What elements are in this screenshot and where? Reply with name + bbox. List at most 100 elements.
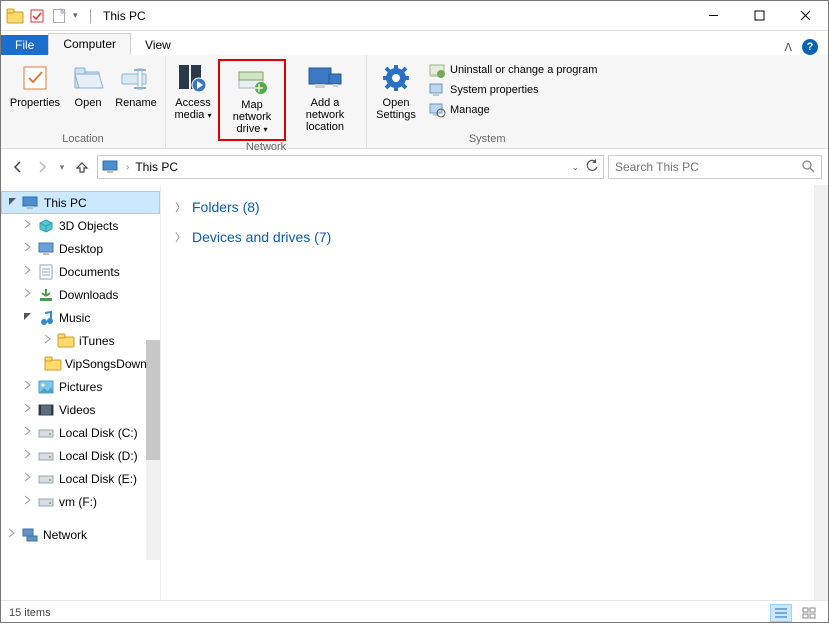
address-text: This PC xyxy=(135,160,178,174)
minimize-button[interactable] xyxy=(690,1,736,31)
maximize-button[interactable] xyxy=(736,1,782,31)
refresh-icon[interactable] xyxy=(585,159,599,176)
navigation-tree: This PC 3D Objects Desktop DocumentsDownloa… xyxy=(1,185,161,600)
properties-qat-icon[interactable] xyxy=(29,8,45,24)
search-icon[interactable] xyxy=(801,159,815,176)
chevron-right-icon[interactable] xyxy=(21,403,33,416)
tree-scrollbar[interactable] xyxy=(146,340,160,560)
ribbon: Properties Open Rename Location xyxy=(1,55,828,149)
chevron-down-icon[interactable] xyxy=(21,312,33,324)
tree-item-label: Desktop xyxy=(59,242,103,256)
videos-icon xyxy=(37,402,55,418)
chevron-right-icon[interactable] xyxy=(21,426,33,439)
chevron-right-icon[interactable] xyxy=(21,265,33,278)
search-input[interactable] xyxy=(615,160,801,174)
rename-label: Rename xyxy=(115,97,157,109)
breadcrumb-chevron-icon[interactable]: › xyxy=(126,162,129,173)
chevron-right-icon[interactable] xyxy=(21,472,33,485)
tree-item[interactable]: Music xyxy=(1,306,160,329)
tree-item-label: Videos xyxy=(59,403,95,417)
desktop-icon xyxy=(37,241,55,257)
chevron-right-icon[interactable] xyxy=(5,528,17,541)
manage-icon xyxy=(429,102,445,118)
ribbon-group-system: Open Settings Uninstall or change a prog… xyxy=(367,55,607,148)
tree-item[interactable]: 3D Objects xyxy=(1,214,160,237)
tree-item[interactable]: Local Disk (E:) xyxy=(1,467,160,490)
group-label-network: Network xyxy=(170,141,362,154)
content-scrollbar[interactable] xyxy=(814,185,828,600)
nav-history-dropdown[interactable]: ▾ xyxy=(55,156,69,178)
add-network-location-label: Add a network location xyxy=(290,97,360,133)
manage-button[interactable]: Manage xyxy=(427,101,599,119)
3d-icon xyxy=(37,218,55,234)
map-network-drive-button[interactable]: Map network drive ▾ xyxy=(218,59,286,141)
chevron-down-icon[interactable] xyxy=(6,197,18,209)
tab-computer[interactable]: Computer xyxy=(48,33,131,55)
address-dropdown-icon[interactable]: ⌄ xyxy=(571,162,579,173)
close-button[interactable] xyxy=(782,1,828,31)
title-bar: ▾ │ This PC xyxy=(1,1,828,31)
system-properties-button[interactable]: System properties xyxy=(427,81,599,99)
tree-item[interactable]: Desktop xyxy=(1,237,160,260)
rename-button[interactable]: Rename xyxy=(111,59,161,112)
chevron-right-icon[interactable] xyxy=(21,242,33,255)
tree-item[interactable]: Network xyxy=(1,523,160,546)
tab-file[interactable]: File xyxy=(1,35,48,55)
nav-forward-button[interactable] xyxy=(31,156,53,178)
tree-item[interactable]: This PC xyxy=(1,191,160,214)
view-large-icons-button[interactable] xyxy=(798,604,820,622)
pc-icon xyxy=(102,160,120,174)
chevron-right-icon[interactable] xyxy=(41,334,53,347)
drive-icon xyxy=(37,471,55,487)
qat-dropdown-icon[interactable]: ▾ xyxy=(73,10,78,21)
access-media-button[interactable]: Access media ▾ xyxy=(170,59,216,125)
content-section-header[interactable]: 〉Folders (8) xyxy=(175,195,814,219)
tree-item-label: Network xyxy=(43,528,87,542)
nav-back-button[interactable] xyxy=(7,156,29,178)
chevron-right-icon[interactable] xyxy=(21,288,33,301)
collapse-ribbon-icon[interactable]: ᐱ xyxy=(784,41,792,54)
tree-item-label: Local Disk (E:) xyxy=(59,472,137,486)
quick-access-toolbar: ▾ xyxy=(1,8,84,24)
manage-label: Manage xyxy=(450,104,490,116)
chevron-right-icon[interactable] xyxy=(21,380,33,393)
search-box[interactable] xyxy=(608,155,822,179)
tree-item[interactable]: VipSongsDownload xyxy=(1,352,160,375)
tree-item[interactable]: Documents xyxy=(1,260,160,283)
uninstall-label: Uninstall or change a program xyxy=(450,64,597,76)
settings-gear-icon xyxy=(380,62,412,94)
nav-up-button[interactable] xyxy=(71,156,93,178)
tree-item-label: 3D Objects xyxy=(59,219,118,233)
uninstall-program-button[interactable]: Uninstall or change a program xyxy=(427,61,599,79)
system-properties-label: System properties xyxy=(450,84,539,96)
new-doc-qat-icon[interactable] xyxy=(51,8,67,24)
chevron-right-icon[interactable] xyxy=(21,495,33,508)
tree-item[interactable]: Local Disk (C:) xyxy=(1,421,160,444)
tab-view[interactable]: View xyxy=(131,35,185,55)
open-label: Open xyxy=(75,97,102,109)
tree-item[interactable]: Videos xyxy=(1,398,160,421)
open-button[interactable]: Open xyxy=(67,59,109,112)
pc-icon xyxy=(22,195,40,211)
tree-item-label: Local Disk (C:) xyxy=(59,426,138,440)
open-settings-button[interactable]: Open Settings xyxy=(371,59,421,124)
address-bar[interactable]: › This PC ⌄ xyxy=(97,155,604,179)
open-icon xyxy=(72,62,104,94)
chevron-right-icon[interactable] xyxy=(21,219,33,232)
properties-button[interactable]: Properties xyxy=(5,59,65,112)
section-label: Devices and drives (7) xyxy=(192,229,331,245)
help-icon[interactable]: ? xyxy=(802,39,818,55)
tree-item[interactable]: vm (F:) xyxy=(1,490,160,513)
access-media-label: Access media ▾ xyxy=(172,97,214,122)
tree-item[interactable]: Local Disk (D:) xyxy=(1,444,160,467)
view-details-button[interactable] xyxy=(770,604,792,622)
status-bar: 15 items xyxy=(1,600,828,624)
tree-item[interactable]: Downloads xyxy=(1,283,160,306)
tree-item[interactable]: Pictures xyxy=(1,375,160,398)
chevron-right-icon[interactable] xyxy=(21,449,33,462)
drive-icon xyxy=(37,494,55,510)
add-network-location-button[interactable]: Add a network location xyxy=(288,59,362,136)
folder-app-icon xyxy=(7,8,23,24)
content-section-header[interactable]: 〉Devices and drives (7) xyxy=(175,225,814,249)
tree-item[interactable]: iTunes xyxy=(1,329,160,352)
